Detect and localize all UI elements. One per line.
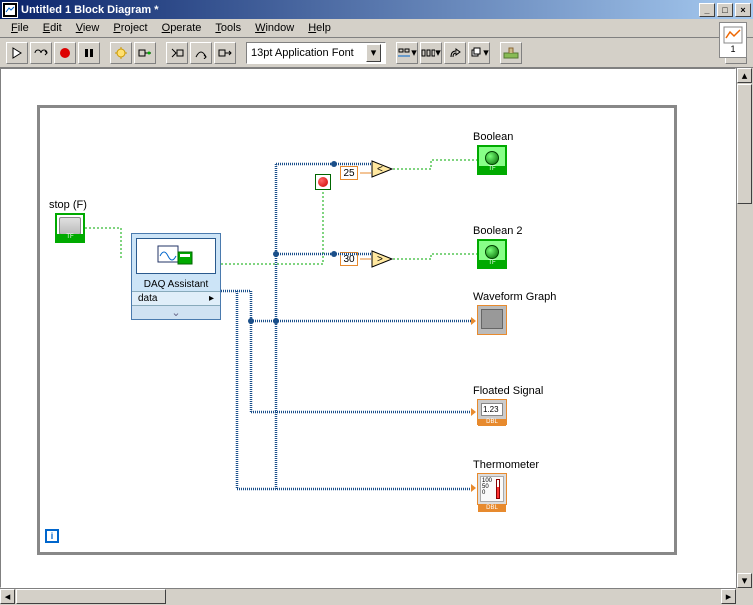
menu-window[interactable]: Window <box>248 20 301 36</box>
cleanup-button[interactable] <box>444 42 466 64</box>
therm-scale: 100 50 0 <box>482 478 492 496</box>
menu-edit[interactable]: Edit <box>36 20 69 36</box>
chevron-down-icon[interactable]: ▾ <box>366 44 381 62</box>
retain-wire-values-button[interactable] <box>134 42 156 64</box>
boolean-label: Boolean <box>473 131 513 143</box>
scroll-left-button[interactable]: ◂ <box>0 589 15 604</box>
thermometer-icon <box>496 479 500 499</box>
menu-operate[interactable]: Operate <box>155 20 209 36</box>
daq-expand[interactable]: ⌄ <box>132 305 220 319</box>
reorder-button[interactable]: ▾ <box>468 42 490 64</box>
menu-bar: File Edit View Project Operate Tools Win… <box>0 19 753 38</box>
boolean-indicator[interactable]: TF <box>477 145 507 175</box>
therm-input-terminal <box>471 484 476 492</box>
boolean2-indicator[interactable]: TF <box>477 239 507 269</box>
graph-icon <box>481 309 503 329</box>
window-title: Untitled 1 Block Diagram * <box>21 4 697 16</box>
thermometer-label: Thermometer <box>473 459 539 471</box>
nav-index: 1 <box>730 44 735 54</box>
stop-dot-icon <box>318 177 328 187</box>
minimize-button[interactable]: _ <box>699 3 715 17</box>
highlight-execution-button[interactable] <box>110 42 132 64</box>
floated-signal-label: Floated Signal <box>473 385 543 397</box>
waveform-graph-indicator[interactable] <box>477 305 507 335</box>
greater-than-node[interactable]: > <box>371 250 391 266</box>
stop-control[interactable]: TF <box>55 213 85 243</box>
step-into-button[interactable] <box>166 42 188 64</box>
tf-band: TF <box>479 166 505 173</box>
iteration-terminal[interactable]: i <box>45 529 59 543</box>
loop-condition-terminal[interactable] <box>315 174 331 190</box>
led-icon <box>485 151 499 165</box>
run-button[interactable] <box>6 42 28 64</box>
tf-band: TF <box>57 234 83 241</box>
pause-button[interactable] <box>78 42 100 64</box>
thermometer-indicator[interactable]: 100 50 0 <box>477 473 507 505</box>
align-button[interactable]: ▾ <box>396 42 418 64</box>
font-display: 13pt Application Font <box>251 47 366 59</box>
daq-title: DAQ Assistant <box>132 278 220 291</box>
font-selector[interactable]: 13pt Application Font ▾ <box>246 42 386 64</box>
scroll-down-button[interactable]: ▾ <box>737 573 752 588</box>
stop-button-icon <box>59 217 81 235</box>
maximize-button[interactable]: □ <box>717 3 733 17</box>
daq-icon <box>136 238 216 274</box>
svg-text:>: > <box>377 254 383 265</box>
horizontal-scrollbar[interactable]: ◂ ▸ <box>0 588 736 605</box>
dbl-band: DBL <box>478 419 506 426</box>
run-continuous-button[interactable] <box>30 42 52 64</box>
horizontal-scroll-thumb[interactable] <box>16 589 166 604</box>
menu-project[interactable]: Project <box>106 20 154 36</box>
scroll-up-button[interactable]: ▴ <box>737 68 752 83</box>
daq-data-row[interactable]: data▸ <box>132 291 220 305</box>
close-button[interactable]: × <box>735 3 751 17</box>
menu-file[interactable]: File <box>4 20 36 36</box>
context-help-icon[interactable]: 1 <box>719 22 747 58</box>
cleanup-diagram-button[interactable] <box>500 42 522 64</box>
abort-button[interactable] <box>54 42 76 64</box>
less-than-node[interactable]: < <box>371 160 391 176</box>
vertical-scroll-thumb[interactable] <box>737 84 752 204</box>
distribute-button[interactable]: ▾ <box>420 42 442 64</box>
scroll-corner <box>736 588 753 605</box>
svg-text:<: < <box>377 164 383 175</box>
title-bar: Untitled 1 Block Diagram * _ □ × <box>0 0 753 19</box>
vertical-scrollbar[interactable]: ▴ ▾ <box>736 68 753 588</box>
numeric-display: 1.23 <box>481 403 503 416</box>
float-input-terminal <box>471 408 476 416</box>
constant-30[interactable]: 30 <box>340 252 358 266</box>
menu-view[interactable]: View <box>69 20 107 36</box>
app-icon <box>2 2 18 18</box>
floated-signal-indicator[interactable]: 1.23 DBL <box>477 399 507 425</box>
menu-tools[interactable]: Tools <box>208 20 248 36</box>
stop-label: stop (F) <box>49 199 87 211</box>
tf-band: TF <box>479 260 505 267</box>
scroll-right-button[interactable]: ▸ <box>721 589 736 604</box>
diagram-canvas[interactable]: i stop (F) TF DAQ Assistant data▸ ⌄ 25 3… <box>0 68 736 588</box>
led-icon <box>485 245 499 259</box>
step-out-button[interactable] <box>214 42 236 64</box>
step-over-button[interactable] <box>190 42 212 64</box>
therm-dbl-band: DBL <box>478 505 506 512</box>
toolbar: 13pt Application Font ▾ ▾ ▾ ▾ ? <box>0 38 753 68</box>
constant-25[interactable]: 25 <box>340 166 358 180</box>
waveform-graph-label: Waveform Graph <box>473 291 556 303</box>
menu-help[interactable]: Help <box>301 20 338 36</box>
graph-input-terminal <box>471 317 476 325</box>
daq-assistant-node[interactable]: DAQ Assistant data▸ ⌄ <box>131 233 221 320</box>
boolean2-label: Boolean 2 <box>473 225 523 237</box>
